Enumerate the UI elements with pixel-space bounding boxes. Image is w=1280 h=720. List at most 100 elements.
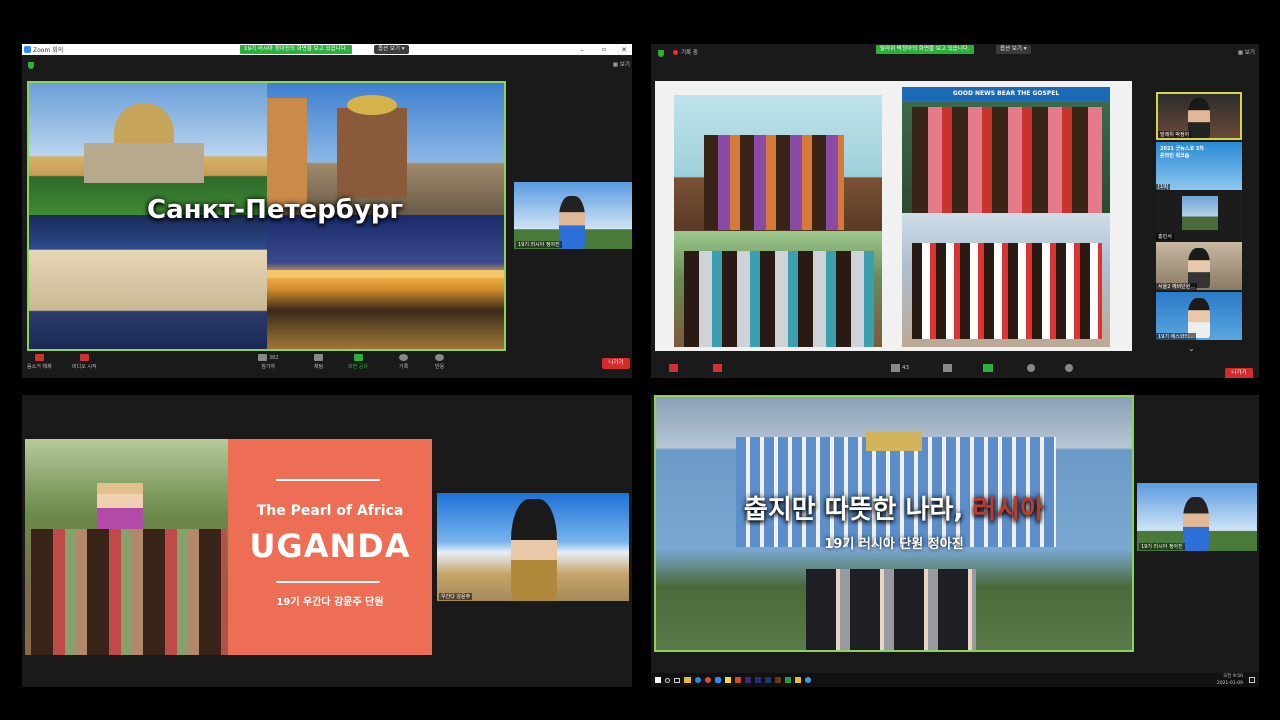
gallery-name-1: 말레위 박정아: [1158, 131, 1192, 138]
view-button[interactable]: ▦ 보기: [1238, 48, 1255, 56]
premiere-icon[interactable]: [745, 677, 751, 683]
view-button[interactable]: ▦ 보기: [613, 60, 630, 68]
minimize-button[interactable]: –: [581, 46, 585, 54]
gallery-scroll-down-icon[interactable]: ⌄: [1188, 344, 1195, 353]
participant-name: 우간다 강윤주: [439, 593, 473, 600]
participants-indicator: 382: [258, 354, 279, 361]
participant-figure: [1183, 497, 1209, 551]
start-video-button[interactable]: 비디오 시작: [72, 354, 97, 370]
record-label: 기록: [399, 364, 409, 370]
group-of-people: [806, 569, 976, 650]
participants-icon: [891, 364, 900, 372]
participants-icon: [258, 354, 267, 361]
gallery-tile-1[interactable]: 말레위 박정아: [1156, 92, 1242, 140]
chat-icon: [314, 354, 324, 361]
chat-button[interactable]: 채팅: [314, 354, 323, 370]
microphone-muted-icon[interactable]: [669, 364, 678, 372]
gallery-tile-2[interactable]: 2021 굿뉴스코 3차 온라인 워크숍 [19]: [1156, 142, 1242, 190]
kakaotalk-icon[interactable]: [725, 677, 731, 683]
zoom-app-icon[interactable]: [715, 677, 721, 683]
view-options-button[interactable]: 옵션 보기 ▾: [996, 45, 1031, 54]
record-button[interactable]: 기록: [399, 354, 408, 370]
uganda-title-card: The Pearl of Africa UGANDA 19기 우간다 강윤주 단…: [228, 439, 432, 655]
notification-icon[interactable]: [1249, 677, 1255, 683]
record-icon: [399, 354, 409, 361]
start-button-icon[interactable]: [655, 677, 661, 683]
group-2-people: [912, 107, 1102, 213]
video-off-icon: [79, 354, 89, 361]
search-icon[interactable]: [665, 677, 670, 683]
shared-screen: GOOD NEWS BEAR THE GOSPEL: [655, 81, 1132, 351]
uganda-children-photo: [25, 439, 228, 655]
gallery-tile-4[interactable]: 서울2 예비단원...: [1156, 242, 1242, 290]
zoom-logo-icon: [24, 46, 31, 53]
illustrator-icon[interactable]: [775, 677, 781, 683]
chat-label: 채팅: [314, 364, 324, 370]
gallery-tile-3[interactable]: 홍민서: [1156, 192, 1242, 240]
participant-name: 19기 러시아 정아진: [516, 241, 562, 248]
bridge-photo: [267, 215, 504, 349]
share-screen-label: 화면 공유: [348, 364, 368, 370]
video-off-icon[interactable]: [713, 364, 722, 372]
reactions-label: 반응: [435, 364, 445, 370]
viewing-banner: 19기 러시아 정아진의 화면을 보고 있습니다.: [240, 45, 352, 54]
system-clock[interactable]: 오전 9:50 2021-01-09: [1217, 673, 1243, 687]
file-explorer-icon[interactable]: [684, 677, 691, 683]
gallery-name-2: [19]: [1156, 184, 1171, 190]
folder-app-icon[interactable]: [795, 677, 801, 683]
participant-video[interactable]: 19기 러시아 정아진: [1137, 483, 1257, 551]
windows-taskbar: 오전 9:50 2021-01-09: [651, 673, 1259, 687]
reactions-icon[interactable]: [1065, 364, 1073, 372]
close-button[interactable]: ✕: [621, 46, 627, 54]
bridge: [267, 270, 504, 278]
task-view-icon[interactable]: [674, 677, 680, 683]
church-domes: [347, 95, 397, 115]
notes-app-icon[interactable]: [785, 677, 791, 683]
reactions-button[interactable]: 반응: [435, 354, 444, 370]
group-photo-2: GOOD NEWS BEAR THE GOSPEL: [902, 87, 1110, 213]
slide-subtitle: The Pearl of Africa: [256, 503, 404, 519]
leave-button[interactable]: 나가기: [602, 358, 630, 369]
title-rule-bottom: [276, 581, 380, 583]
shared-screen: The Pearl of Africa UGANDA 19기 우간다 강윤주 단…: [25, 439, 432, 655]
window-title: Zoom 회의: [33, 47, 64, 54]
participant-video[interactable]: 우간다 강윤주: [437, 493, 629, 601]
aftereffects-icon[interactable]: [755, 677, 761, 683]
recording-dot-icon: [673, 49, 678, 55]
share-screen-icon[interactable]: [983, 364, 993, 372]
title-rule-top: [276, 479, 380, 481]
poster-text: 2021 굿뉴스코 3차 온라인 워크숍: [1160, 146, 1204, 159]
slide-title: 춥지만 따뜻한 나라, 러시아: [656, 489, 1132, 526]
edge-browser-icon[interactable]: [695, 677, 701, 683]
photoshop-icon[interactable]: [765, 677, 771, 683]
clock-time: 오전 9:50: [1223, 674, 1243, 679]
participant-video[interactable]: 19기 러시아 정아진: [514, 182, 632, 249]
gallery-name-4: 서울2 예비단원...: [1156, 283, 1198, 290]
zoom-window-4: 춥지만 따뜻한 나라, 러시아 19기 러시아 단원 정아진 19기 러시아 정…: [651, 395, 1259, 687]
leave-button[interactable]: 나가기: [1225, 368, 1253, 378]
group-photo-3: [674, 231, 882, 347]
shared-screen: 춥지만 따뜻한 나라, 러시아 19기 러시아 단원 정아진: [654, 395, 1134, 652]
group-photo-2-banner: GOOD NEWS BEAR THE GOSPEL: [902, 87, 1110, 101]
share-screen-button[interactable]: 화면 공유: [348, 354, 368, 370]
view-options-button[interactable]: 옵션 보기 ▾: [374, 45, 409, 54]
building-left: [267, 98, 307, 208]
powerpoint-icon[interactable]: [735, 677, 741, 683]
participant-figure: [511, 499, 557, 601]
zoom-window-2: 기록 중 탈라위 박정아의 화면을 보고 있습니다. 옵션 보기 ▾ ▦ 보기 …: [651, 44, 1259, 378]
gallery-tile-5[interactable]: 19기 에스와티...: [1156, 292, 1242, 340]
group-3-people: [684, 251, 874, 347]
participants-button[interactable]: 382 참가자: [258, 354, 279, 370]
maximize-button[interactable]: ▫: [602, 46, 606, 53]
chat-icon[interactable]: [943, 364, 952, 372]
participants-button[interactable]: 43: [891, 364, 909, 372]
view-label: 보기: [1244, 50, 1255, 56]
participant-figure: [1188, 248, 1210, 288]
participants-count: 382: [269, 354, 279, 361]
cathedral-building: [84, 143, 204, 183]
messenger-icon[interactable]: [805, 677, 811, 683]
start-video-label: 비디오 시작: [72, 364, 97, 370]
record-icon[interactable]: [1027, 364, 1035, 372]
chrome-icon[interactable]: [705, 677, 711, 683]
unmute-button[interactable]: 음소거 해제: [27, 354, 52, 370]
